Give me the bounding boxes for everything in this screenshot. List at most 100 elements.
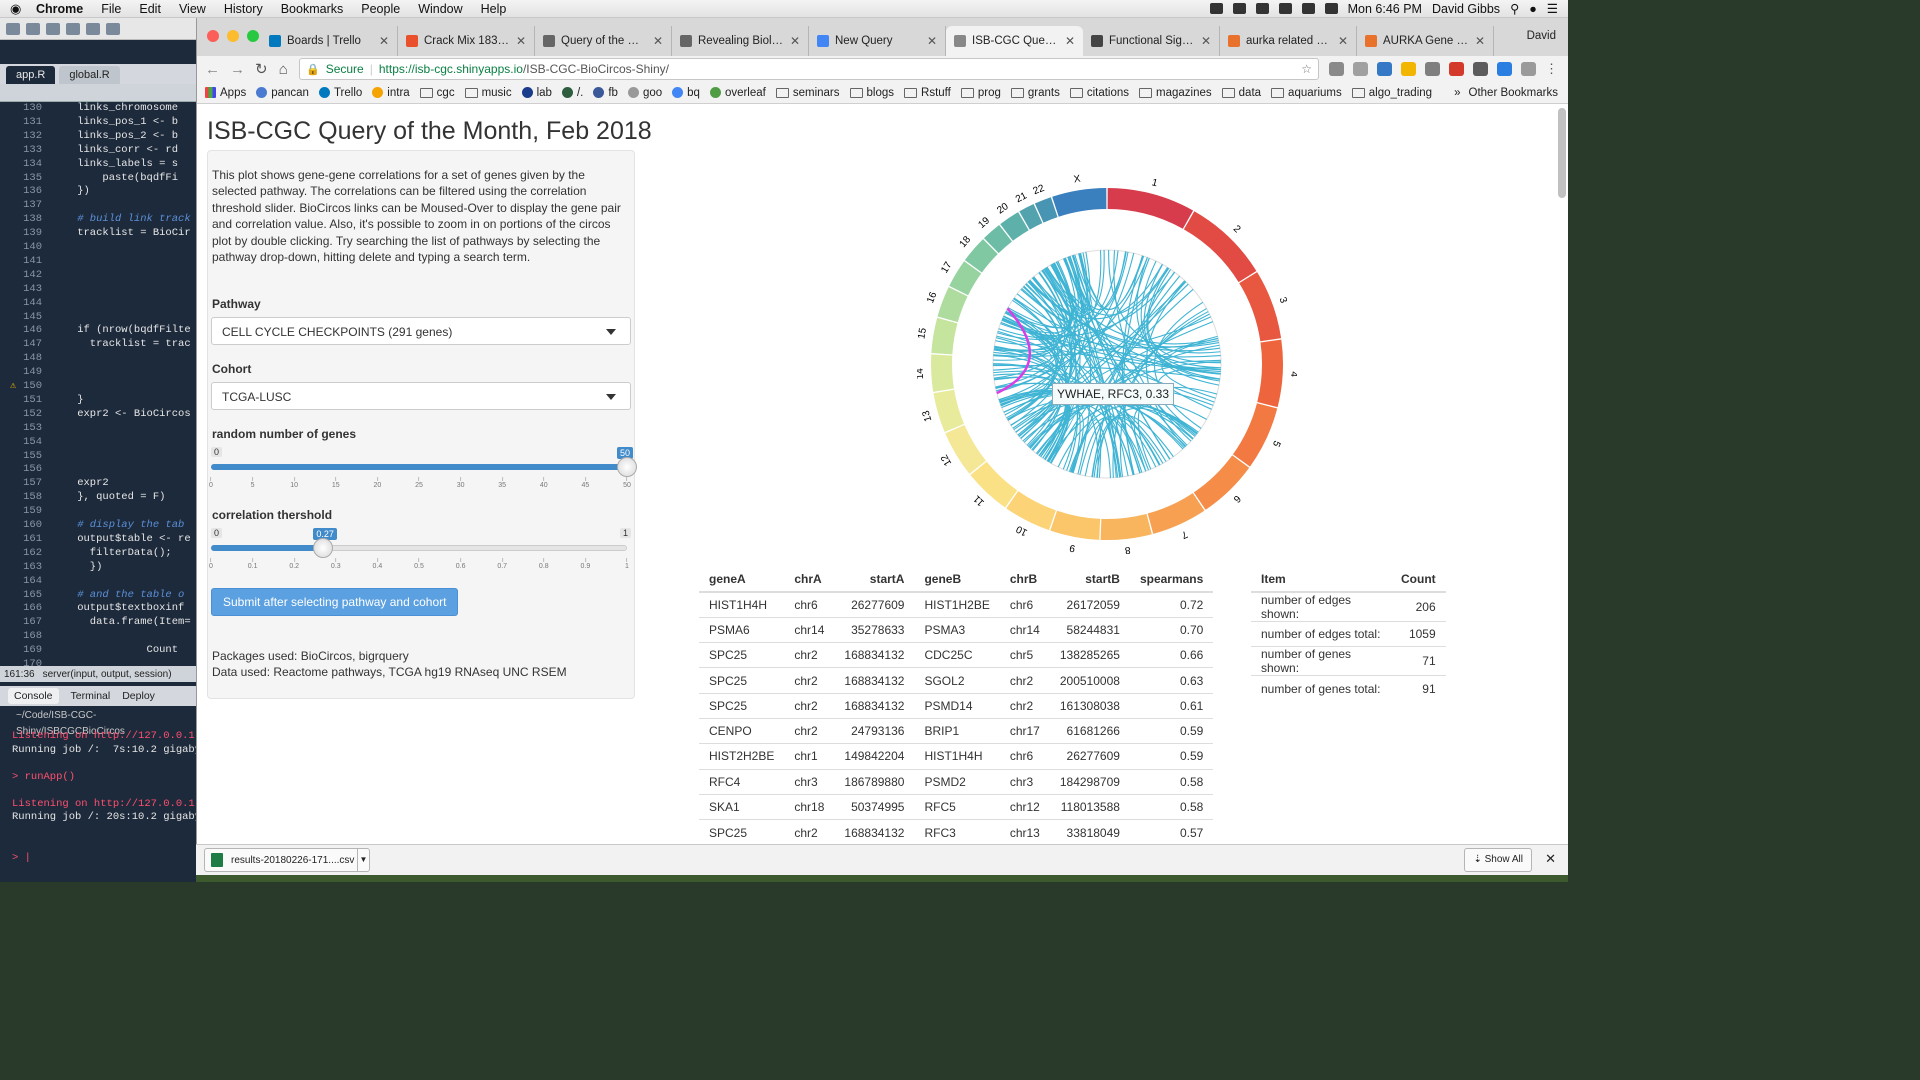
drive-icon[interactable] <box>1232 3 1246 14</box>
column-header[interactable]: Count <box>1391 567 1446 593</box>
column-header[interactable]: geneB <box>914 567 1000 593</box>
column-header[interactable]: chrB <box>999 567 1050 593</box>
extension-icon[interactable] <box>1329 62 1344 76</box>
bookmark-blogs[interactable]: blogs <box>849 87 894 99</box>
notification-center-icon[interactable]: ☰ <box>1547 1 1558 16</box>
download-item[interactable]: results-20180226-171....csv ▼ <box>204 848 370 872</box>
browser-tab[interactable]: AURKA Gene - Gene ✕ <box>1357 26 1494 56</box>
circos-plot[interactable]: 12345678910111213141516171819202122X <box>917 174 1297 554</box>
menu-bookmarks[interactable]: Bookmarks <box>281 2 344 16</box>
code-line[interactable]: filterData(); <box>52 547 172 561</box>
bookmark-lab[interactable]: lab <box>521 87 552 99</box>
chromosome-arc-X[interactable] <box>1052 188 1107 217</box>
open-folder-icon[interactable] <box>46 22 60 35</box>
reload-icon[interactable]: ↻ <box>255 60 268 78</box>
chevron-down-icon[interactable]: ▼ <box>357 849 369 871</box>
chromosome-arc-14[interactable] <box>931 354 954 392</box>
function-scope[interactable]: server(input, output, session) <box>43 669 172 680</box>
column-header[interactable]: geneA <box>699 567 785 593</box>
extension-icon[interactable] <box>1473 62 1488 76</box>
genes-slider[interactable]: 0 50 50 05101520253035404550 <box>209 447 637 507</box>
bookmark-bq[interactable]: bq <box>672 87 700 99</box>
tab-terminal[interactable]: Terminal <box>71 690 111 702</box>
menubar-clock[interactable]: Mon 6:46 PM <box>1348 2 1422 16</box>
bookmark-fb[interactable]: fb <box>593 87 618 99</box>
other-bookmarks[interactable]: » Other Bookmarks <box>1454 87 1558 99</box>
bookmark-cgc[interactable]: cgc <box>419 87 455 99</box>
code-line[interactable]: output$textboxinf <box>52 602 184 616</box>
airplay-icon[interactable] <box>1301 3 1315 14</box>
column-header[interactable]: Item <box>1251 567 1391 593</box>
code-line[interactable]: expr2 <- BioCircos <box>52 408 190 422</box>
bookmark-goo[interactable]: goo <box>627 87 662 99</box>
bookmark-music[interactable]: music <box>464 87 512 99</box>
add-icon[interactable] <box>26 22 40 35</box>
bookmark-algotrading[interactable]: algo_trading <box>1351 87 1432 99</box>
menu-view[interactable]: View <box>179 2 206 16</box>
chromosome-arc-13[interactable] <box>933 389 965 433</box>
code-line[interactable]: }, quoted = F) <box>52 491 165 505</box>
code-line[interactable]: }) <box>52 561 103 575</box>
bookmark-aquariums[interactable]: aquariums <box>1271 87 1342 99</box>
browser-tab[interactable]: Query of the Month ✕ <box>535 26 672 56</box>
close-tab-icon[interactable]: ✕ <box>927 34 937 48</box>
code-line[interactable]: Count <box>52 644 179 658</box>
chromosome-arc-7[interactable] <box>1147 493 1205 534</box>
chromosome-arc-12[interactable] <box>945 425 986 474</box>
column-header[interactable]: chrA <box>784 567 835 593</box>
code-line[interactable]: output$table <- re <box>52 533 190 547</box>
home-icon[interactable]: ⌂ <box>278 61 289 78</box>
code-line[interactable]: paste(bqdfFi <box>52 172 178 186</box>
siri-icon[interactable]: ● <box>1529 2 1537 16</box>
editor-tab-global-r[interactable]: global.R <box>59 66 120 84</box>
close-tab-icon[interactable]: ✕ <box>653 34 663 48</box>
close-tab-icon[interactable]: ✕ <box>379 34 389 48</box>
bookmark-[interactable]: /. <box>561 87 583 99</box>
code-line[interactable]: } <box>52 394 83 408</box>
bookmark-data[interactable]: data <box>1221 87 1261 99</box>
bookmark-rstuff[interactable]: Rstuff <box>904 87 951 99</box>
lock-icon[interactable]: 🔒 <box>306 63 320 76</box>
menu-history[interactable]: History <box>224 2 263 16</box>
bookmark-citations[interactable]: citations <box>1069 87 1129 99</box>
apple-icon[interactable]: ◉ <box>10 2 22 15</box>
bookmark-trello[interactable]: Trello <box>318 87 362 99</box>
bookmark-prog[interactable]: prog <box>960 87 1001 99</box>
extension-icon[interactable] <box>1401 62 1416 76</box>
back-icon[interactable]: ← <box>205 61 220 78</box>
extension-icon[interactable] <box>1377 62 1392 76</box>
editor-tab-app-r[interactable]: app.R <box>6 66 56 84</box>
code-editor[interactable]: 130 links_chromosome 131 links_pos_1 <- b… <box>0 102 196 670</box>
close-tab-icon[interactable]: ✕ <box>1201 34 1211 48</box>
browser-tab[interactable]: Crack Mix 183 – HA ✕ <box>398 26 535 56</box>
menu-help[interactable]: Help <box>481 2 507 16</box>
print-icon[interactable] <box>106 22 120 35</box>
close-icon[interactable]: ✕ <box>1545 851 1556 867</box>
chromosome-arc-4[interactable] <box>1257 339 1283 408</box>
dropbox-icon[interactable] <box>1209 3 1223 14</box>
bookmark-overleaf[interactable]: overleaf <box>709 87 766 99</box>
extension-icon[interactable] <box>1353 62 1368 76</box>
code-line[interactable]: links_corr <- rd <box>52 144 178 158</box>
forward-icon[interactable]: → <box>230 61 245 78</box>
menubar-user[interactable]: David Gibbs <box>1432 2 1500 16</box>
bookmark-grants[interactable]: grants <box>1010 87 1060 99</box>
warning-icon[interactable]: ⚠ <box>10 380 16 394</box>
close-tab-icon[interactable]: ✕ <box>1065 34 1075 48</box>
code-line[interactable]: tracklist = BioCir <box>52 227 190 241</box>
browser-tab[interactable]: Functional Significa ✕ <box>1083 26 1220 56</box>
code-line[interactable]: tracklist = trac <box>52 338 191 352</box>
chromosome-arc-10[interactable] <box>1006 491 1056 531</box>
menu-people[interactable]: People <box>361 2 400 16</box>
browser-tab[interactable]: ISB-CGC Query of t ✕ <box>946 26 1083 56</box>
browser-tab[interactable]: Boards | Trello ✕ <box>261 26 398 56</box>
close-tab-icon[interactable]: ✕ <box>516 34 526 48</box>
code-line[interactable]: }) <box>52 185 90 199</box>
profile-button[interactable]: David <box>1527 30 1556 42</box>
new-file-icon[interactable] <box>6 22 20 35</box>
bookmark-seminars[interactable]: seminars <box>775 87 840 99</box>
cohort-select[interactable]: TCGA-LUSC <box>211 382 631 410</box>
close-tab-icon[interactable]: ✕ <box>790 34 800 48</box>
bookmark-intra[interactable]: intra <box>372 87 410 99</box>
bookmark-magazines[interactable]: magazines <box>1139 87 1212 99</box>
